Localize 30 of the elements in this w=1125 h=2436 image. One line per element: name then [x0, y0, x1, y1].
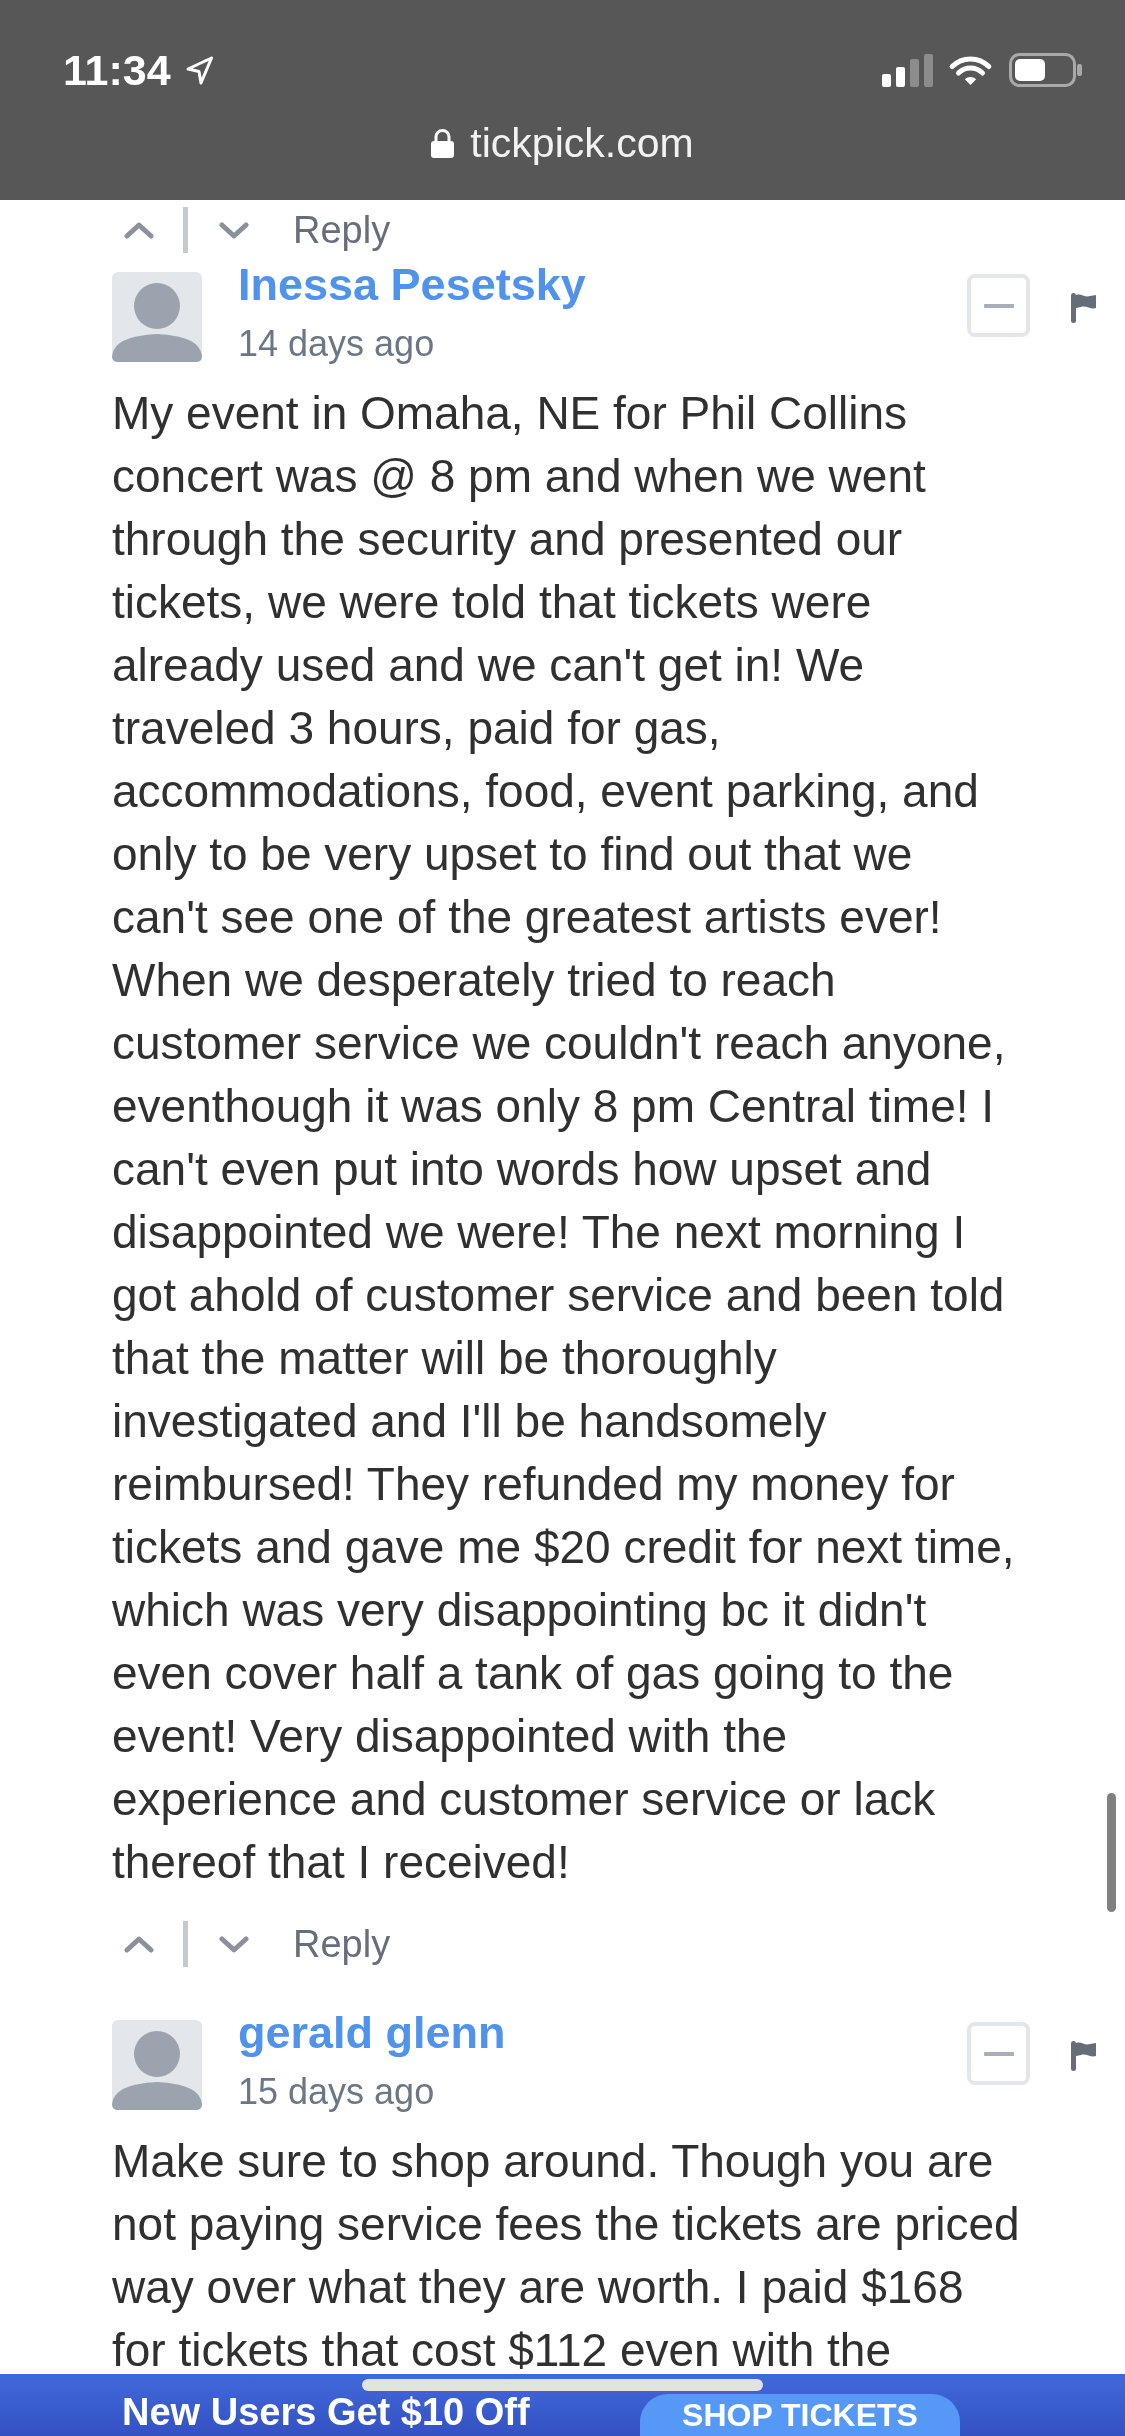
chevron-up-icon[interactable] — [124, 1935, 154, 1953]
collapse-button[interactable] — [967, 274, 1030, 337]
minus-icon — [983, 2051, 1014, 2056]
comment-date: 14 days ago — [238, 326, 435, 362]
clock-time: 11:34 — [63, 48, 171, 92]
avatar-silhouette-icon — [112, 2020, 202, 2110]
chevron-up-icon[interactable] — [124, 221, 154, 239]
signal-bars-icon — [882, 53, 933, 87]
promo-text: New Users Get $10 Off — [122, 2393, 530, 2431]
shop-tickets-button[interactable]: SHOP TICKETS — [640, 2394, 960, 2436]
reply-button[interactable]: Reply — [293, 1925, 391, 1963]
flag-icon[interactable] — [1071, 293, 1096, 323]
scrollbar[interactable] — [1107, 1793, 1116, 1912]
collapse-button[interactable] — [967, 2022, 1030, 2085]
chevron-down-icon[interactable] — [219, 221, 249, 239]
comment-text: My event in Omaha, NE for Phil Collins concert was @ 8 pm and when we went through the security and presented our tickets, we were told that tickets were already used and we can't get in! We traveled 3 hours, paid for gas, accommodations, food, event parking, and only to be very upset to find out that we can't see one of the greatest artists ever! When we desperately tried to reach customer service we couldn't reach anyone, eventhough it was only 8 pm Central time! I can't even put into words how upset and disappointed we were! The next morning I got ahold of customer service and been told that the matter will be thoroughly investigated and I'll be handsomely reimbursed! They refunded my money for tickets and gave me $20 credit for next time, which was very disappointing bc it didn't even cover half a tank of gas going to the event! Very disappointed with the experience and customer service or lack thereof that I received! — [112, 386, 1015, 1890]
author-name[interactable]: Inessa Pesetsky — [238, 262, 586, 307]
location-arrow-icon — [184, 54, 214, 86]
lock-icon — [431, 128, 455, 158]
battery-icon — [1009, 53, 1082, 87]
minus-icon — [983, 303, 1014, 308]
comment-date: 15 days ago — [238, 2074, 435, 2110]
comment-text: Make sure to shop around. Though you are not paying service fees the tickets are priced way over what they are worth. I paid $168 for tickets that cost $112 even with the — [112, 2134, 1020, 2378]
reply-button[interactable]: Reply — [293, 211, 391, 249]
wifi-icon — [948, 53, 993, 87]
flag-icon[interactable] — [1071, 2041, 1096, 2071]
chevron-down-icon[interactable] — [219, 1935, 249, 1953]
author-name[interactable]: gerald glenn — [238, 2010, 506, 2055]
address-bar-url[interactable]: tickpick.com — [470, 122, 694, 164]
avatar-silhouette-icon — [112, 272, 202, 362]
